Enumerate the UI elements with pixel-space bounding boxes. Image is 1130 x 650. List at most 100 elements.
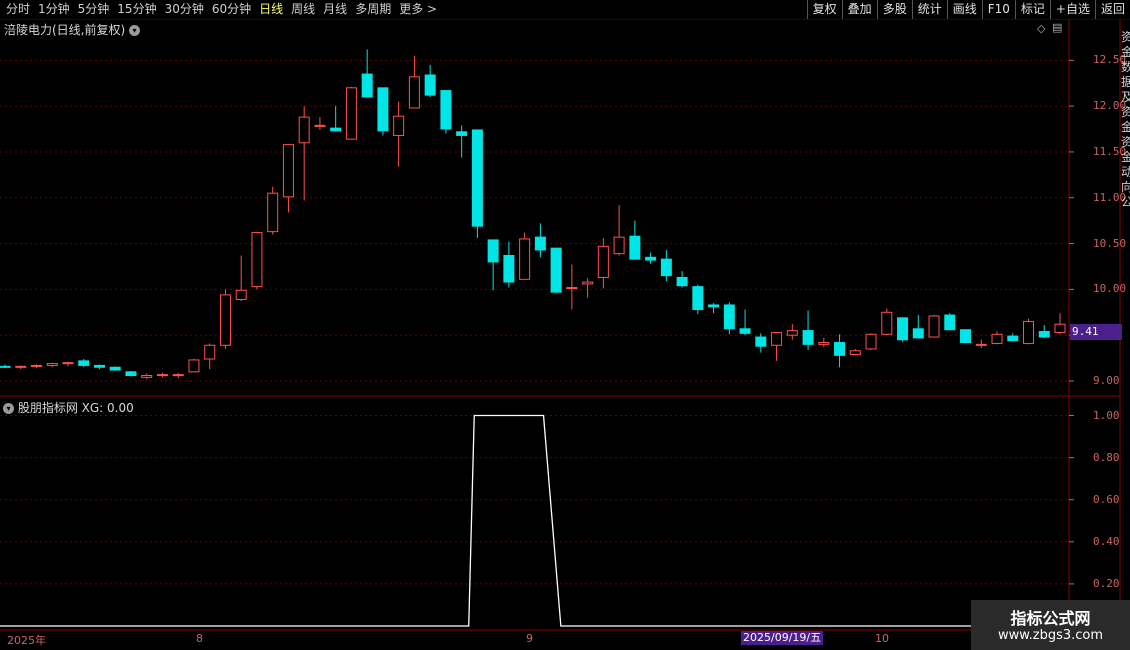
candle: [188, 359, 200, 373]
candle: [975, 339, 987, 349]
candle: [282, 144, 294, 213]
candle-body: [849, 350, 861, 355]
candle-body: [1023, 320, 1035, 344]
candle: [298, 106, 310, 201]
candle: [141, 373, 153, 380]
candle: [660, 249, 672, 282]
candle-body: [802, 330, 814, 345]
candle-body: [881, 311, 893, 335]
candle-body: [928, 315, 940, 338]
candle-body: [235, 289, 247, 300]
candle-body: [267, 192, 279, 233]
candle-body: [629, 235, 641, 260]
xg-line: [0, 414, 1069, 627]
candle: [566, 264, 578, 310]
x-label-oct: 10: [875, 632, 889, 645]
candle: [519, 232, 531, 280]
candle-body: [330, 127, 342, 132]
candle: [471, 129, 483, 239]
candle: [629, 220, 641, 260]
candle-body: [408, 76, 420, 109]
candle-body: [818, 342, 830, 345]
candle: [550, 247, 562, 294]
candle-body: [314, 124, 326, 127]
candle-body: [519, 238, 531, 280]
candlesticks: [0, 49, 1066, 380]
candle: [30, 364, 42, 369]
candle: [708, 303, 720, 314]
candle-body: [282, 144, 294, 198]
candle: [849, 348, 861, 356]
candle-body: [597, 245, 609, 278]
candle: [1038, 325, 1050, 338]
watermark-url: www.zbgs3.com: [997, 628, 1104, 643]
candle-body: [755, 336, 767, 347]
candle: [440, 90, 452, 134]
candle-body: [377, 87, 389, 132]
candle: [204, 343, 216, 370]
candle: [1054, 313, 1066, 335]
candle: [645, 252, 657, 264]
candle-body: [1054, 323, 1066, 333]
candle: [109, 366, 121, 371]
indicator-tick-label: 0.40: [1093, 534, 1120, 548]
candle-body: [944, 314, 956, 331]
candle-body: [503, 254, 515, 283]
x-label-year: 2025年: [7, 634, 46, 647]
candle-body: [219, 294, 231, 346]
candle-body: [141, 375, 153, 378]
candle: [251, 231, 263, 290]
candle: [0, 364, 11, 369]
candle-body: [676, 276, 688, 287]
right-side-panel-text[interactable]: 资金数据及资金资金动向公: [1121, 30, 1130, 210]
candle-body: [125, 371, 137, 377]
candle-body: [991, 333, 1003, 344]
candle: [456, 125, 468, 158]
candle-body: [109, 366, 121, 371]
candle: [78, 359, 90, 368]
candle: [944, 313, 956, 331]
candle: [991, 331, 1003, 345]
candle-body: [834, 342, 846, 356]
candle: [219, 289, 231, 349]
candle-body: [46, 363, 58, 366]
candle-body: [708, 304, 720, 308]
candle-body: [912, 328, 924, 339]
candle-body: [30, 364, 42, 367]
candle: [487, 239, 499, 291]
candle-body: [62, 362, 74, 365]
candle-body: [723, 304, 735, 330]
candle-body: [692, 286, 704, 311]
candle-body: [771, 331, 783, 346]
candle: [897, 317, 909, 342]
price-tick-label: 10.00: [1093, 282, 1127, 296]
candle-body: [960, 329, 972, 344]
candle: [928, 315, 940, 338]
candle: [125, 370, 137, 377]
candle-body: [645, 256, 657, 261]
candle: [93, 364, 105, 370]
candle-body: [456, 131, 468, 136]
candle-body: [156, 374, 168, 377]
candle: [156, 372, 168, 378]
candle-body: [424, 74, 436, 96]
candle: [62, 361, 74, 367]
candle: [1023, 318, 1035, 345]
indicator-tick-label: 0.60: [1093, 492, 1120, 506]
stock-chart[interactable]: [0, 0, 1130, 650]
candle: [582, 278, 594, 298]
candle-body: [298, 116, 310, 144]
candle-body: [251, 232, 263, 288]
watermark-title: 指标公式网: [1010, 609, 1091, 628]
candle-body: [0, 365, 11, 368]
candle: [755, 333, 767, 353]
candle: [534, 223, 546, 258]
candle: [613, 205, 625, 256]
price-tick-label: 9.00: [1093, 374, 1120, 387]
candle: [314, 117, 326, 130]
candle-body: [613, 236, 625, 255]
candle-body: [582, 281, 594, 285]
x-label-sep: 9: [526, 632, 533, 645]
candle: [267, 186, 279, 235]
candle-body: [534, 236, 546, 251]
